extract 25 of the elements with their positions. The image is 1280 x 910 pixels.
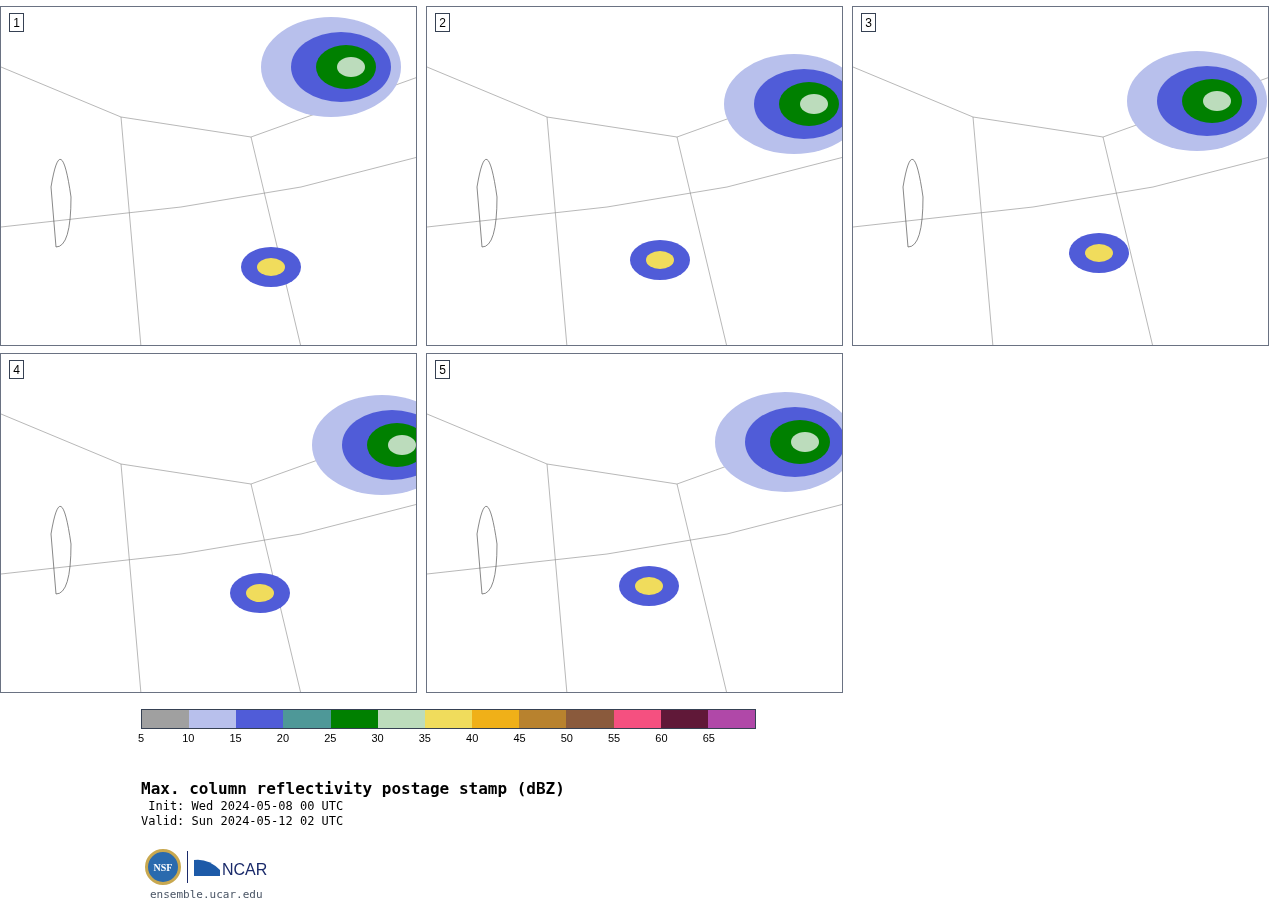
colorbar-tick-label: 25 — [324, 733, 337, 744]
colorbar-tick-label: 5 — [137, 733, 145, 744]
init-time: Init: Wed 2024-05-08 00 UTC — [147, 799, 345, 814]
chart-title: Max. column reflectivity postage stamp (dBZ) — [141, 779, 566, 799]
ncar-logo: NCAR — [222, 860, 268, 880]
panel-number: 5 — [435, 360, 450, 379]
ncar-swoosh-icon — [194, 858, 220, 876]
colorbar-tick-label: 55 — [608, 733, 621, 744]
colorbar-tick-label: 60 — [655, 733, 668, 744]
panel-number: 4 — [9, 360, 24, 379]
panel-number: 1 — [9, 13, 24, 32]
colorbar-tick-label: 15 — [229, 733, 242, 744]
colorbar-tick-label: 10 — [182, 733, 195, 744]
valid-time: Valid: Sun 2024-05-12 02 UTC — [141, 814, 345, 829]
colorbar-tick-label: 35 — [418, 733, 431, 744]
colorbar-tick-label: 40 — [466, 733, 479, 744]
nsf-logo: NSF — [145, 849, 181, 885]
colorbar-tick-label: 45 — [513, 733, 526, 744]
panel-number: 2 — [435, 13, 450, 32]
colorbar-tick-label: 20 — [276, 733, 290, 744]
website-url: ensemble.ucar.edu — [150, 887, 264, 903]
panel-number: 3 — [861, 13, 876, 32]
colorbar-tick-label: 65 — [702, 733, 715, 744]
colorbar-tick-label: 30 — [371, 733, 384, 744]
colorbar-tick-label: 50 — [560, 733, 573, 744]
